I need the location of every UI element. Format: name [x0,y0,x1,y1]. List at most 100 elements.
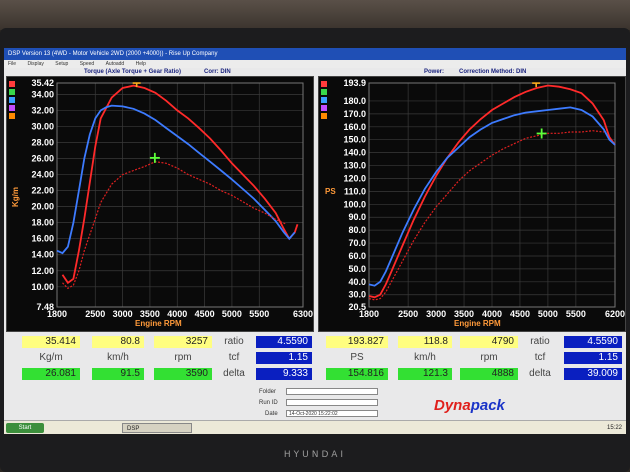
run-id-label: Run ID [259,400,278,406]
torque-y-tick: 7.48 [36,302,54,312]
power-y-tick: 120.0 [343,173,366,183]
swatch-3[interactable] [321,97,327,103]
power-marker-value: 154.816 [326,368,388,380]
swatch-5[interactable] [9,113,15,119]
swatch-2[interactable] [9,89,15,95]
torque-y-tick: 28.00 [31,137,54,147]
power-x-tick: 2500 [398,309,418,319]
torque-chart: 1800 2500 3000 3500 4000 4500 5000 5500 630035.4… [31,78,313,319]
run-id-field[interactable] [286,399,378,406]
speed-unit-label: km/h [107,352,129,363]
window-title-bar[interactable]: DSP Version 13 (4WD - Motor Vehicle 2WD … [4,48,626,60]
menu-display[interactable]: Display [27,61,43,67]
power-y-tick: 130.0 [343,161,366,171]
torque-plot-frame [56,82,304,308]
torque-x-tick: 6300 [293,309,313,319]
swatch-1[interactable] [321,81,327,87]
menu-setup[interactable]: Setup [55,61,68,67]
tcf-label: tcf [534,352,546,363]
date-field[interactable]: 14-Oct-2020 15:22:02 [286,410,378,417]
power-series-3 [368,130,604,301]
torque-x-tick: 5000 [222,309,242,319]
power-y-tick: 60.0 [348,251,366,261]
power-graph-panel[interactable]: 1800 2500 3000 3500 4000 4500 5000 5500 6200 193.… [318,76,626,332]
power-peak-speed: 118.8 [398,336,452,348]
start-button[interactable]: Start [6,423,44,433]
power-marker-speed: 121.3 [398,368,452,380]
torque-y-tick: 12.00 [31,266,54,276]
tcf-label: tcf [228,352,240,363]
power-x-label: Engine RPM [454,319,501,328]
torque-x-tick: 3000 [113,309,133,319]
torque-y-tick: 35.42 [31,78,54,88]
torque-peak-speed: 80.8 [92,336,144,348]
torque-marker-rpm: 3590 [154,368,212,380]
torque-y-tick: 32.00 [31,105,54,115]
power-x-tick: 5500 [566,309,586,319]
swatch-1[interactable] [9,81,15,87]
torque-y-tick: 26.00 [31,154,54,164]
torque-x-tick: 4000 [167,309,187,319]
taskbar-clock: 15:22 [606,425,622,431]
monitor-brand: HYUNDAI [283,450,347,460]
torque-marker-speed: 91.5 [92,368,144,380]
power-y-tick: 30.0 [348,290,366,300]
power-y-tick: 140.0 [343,148,366,158]
torque-peak-value: 35.414 [22,336,80,348]
torque-delta-value: 9.333 [256,368,312,380]
power-x-tick: 6200 [605,309,625,319]
menu-autoadd[interactable]: Autoadd [106,61,125,67]
power-y-tick: 80.0 [348,225,366,235]
power-peak-value: 193.827 [326,336,388,348]
power-peak-rpm: 4790 [460,336,518,348]
menu-help[interactable]: Help [136,61,146,67]
torque-x-tick: 3500 [140,309,160,319]
power-x-tick: 5000 [538,309,558,319]
power-y-tick: 20.5 [348,302,366,312]
taskbar: Start DSP 15:22 [4,420,626,434]
photo-background [0,0,630,30]
torque-x-tick: 2500 [85,309,105,319]
power-tcf-value: 1.15 [564,352,622,364]
power-ratio-value: 4.5590 [564,336,622,348]
folder-label: Folder [259,389,277,395]
swatch-4[interactable] [321,105,327,111]
torque-y-tick: 22.00 [31,186,54,196]
menu-speed[interactable]: Speed [80,61,94,67]
swatch-3[interactable] [9,97,15,103]
taskbar-app-dsp[interactable]: DSP [122,423,192,433]
torque-y-tick: 24.00 [31,170,54,180]
torque-y-tick: 34.00 [31,89,54,99]
screen: DSP Version 13 (4WD - Motor Vehicle 2WD … [4,48,626,434]
menu-file[interactable]: File [8,61,16,67]
swatch-2[interactable] [321,89,327,95]
power-unit-label: PS [350,352,364,363]
delta-label: delta [223,368,245,379]
torque-y-tick: 16.00 [31,234,54,244]
folder-field[interactable] [286,388,378,395]
torque-peak-rpm: 3257 [154,336,212,348]
torque-y-label: Kg/m [11,187,20,207]
torque-y-tick: 30.00 [31,121,54,131]
power-y-tick: 180.0 [343,96,366,106]
power-y-tick: 160.0 [343,122,366,132]
speed-unit-label: km/h [414,352,436,363]
torque-x-tick: 5500 [249,309,269,319]
torque-x-label: Engine RPM [135,319,182,328]
torque-ratio-value: 4.5590 [256,336,312,348]
power-y-tick: 150.0 [343,135,366,145]
torque-graph-panel[interactable]: 1800 2500 3000 3500 4000 4500 5000 5500 6300 35.4… [6,76,314,332]
torque-y-tick: 20.00 [31,202,54,212]
torque-marker-value: 26.081 [22,368,80,380]
power-y-tick: 170.0 [343,109,366,119]
swatch-5[interactable] [321,113,327,119]
swatch-4[interactable] [9,105,15,111]
menu-bar: File Display Setup Speed Autoadd Help [4,60,626,68]
power-delta-value: 39.009 [564,368,622,380]
dynapack-logo: Dynapack [434,397,505,414]
torque-x-tick: 4500 [195,309,215,319]
torque-unit-label: Kg/m [39,352,63,363]
rpm-unit-label: rpm [480,352,498,363]
power-x-tick: 3500 [454,309,474,319]
power-y-tick: 70.0 [348,238,366,248]
